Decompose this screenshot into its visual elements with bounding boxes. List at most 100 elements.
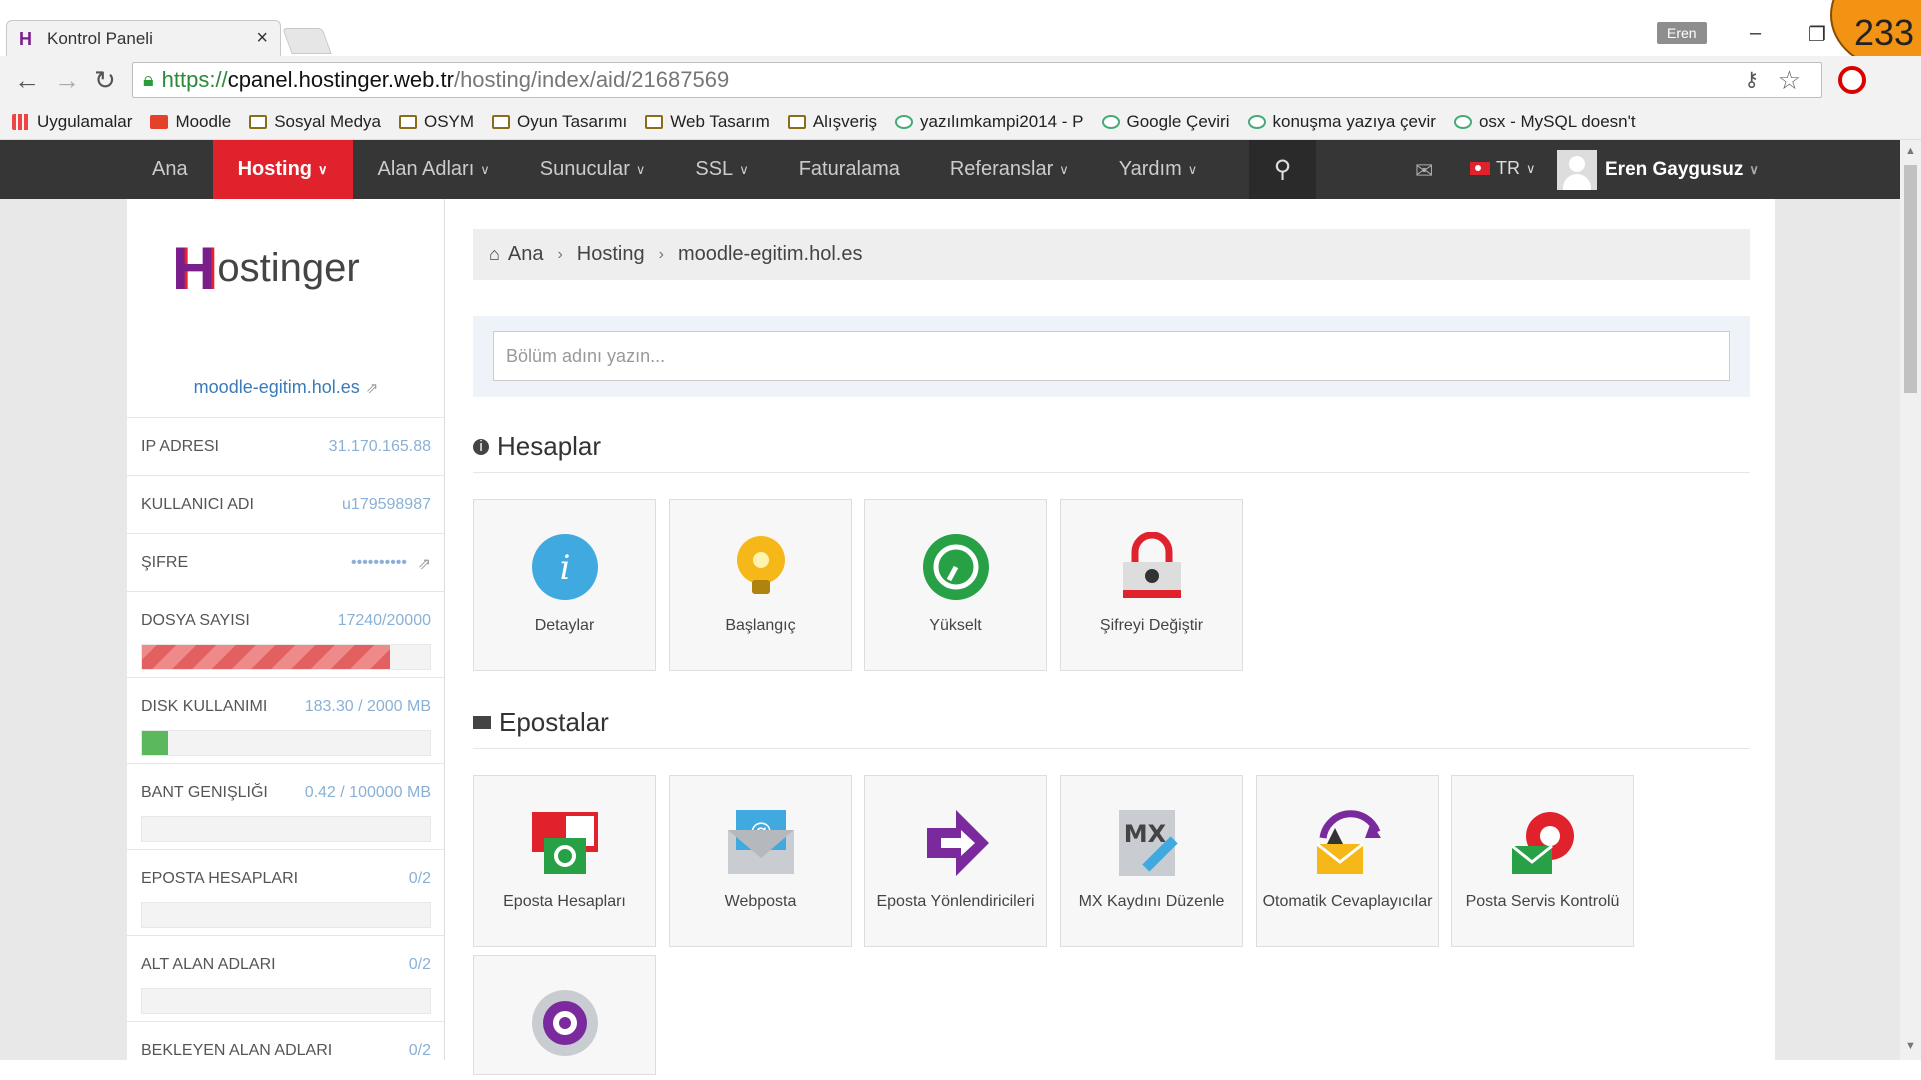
browser-chrome: H Kontrol Paneli × Eren – ❐ 233 ← → ↻ 🔒︎… <box>0 0 1921 140</box>
stat-value: 0.42 / 100000 MB <box>304 784 431 801</box>
section-search-input[interactable] <box>493 331 1730 381</box>
stat-label: KULLANICI ADI <box>141 496 254 513</box>
bookmark-item[interactable]: yazılımkampi2014 - P <box>895 111 1084 132</box>
card-otomatik-cevaplayicilar[interactable]: Otomatik Cevaplayıcılar <box>1256 775 1439 947</box>
chevron-down-icon: ∨ <box>635 161 646 177</box>
stat-value: 17240/20000 <box>337 612 431 629</box>
card-spam[interactable] <box>473 955 656 1075</box>
card-sifreyi-degistir[interactable]: Şifreyi Değiştir <box>1060 499 1243 671</box>
nav-sunucular[interactable]: Sunucular ∨ <box>515 140 671 199</box>
external-link-icon[interactable]: ⇗ <box>418 554 431 574</box>
stat-value: u179598987 <box>342 496 431 513</box>
forward-icon[interactable]: → <box>54 65 80 96</box>
hostinger-favicon-icon: H <box>19 28 32 49</box>
browser-tab[interactable]: H Kontrol Paneli × <box>6 20 281 56</box>
bookmark-star-icon[interactable]: ☆ <box>1778 65 1801 96</box>
nav-faturalama[interactable]: Faturalama <box>774 140 925 199</box>
search-icon[interactable]: ⚲ <box>1249 140 1316 199</box>
stat-disk-usage: DISK KULLANIMI 183.30 / 2000 MB <box>127 677 445 763</box>
stat-password[interactable]: ŞIFRE •••••••••• ⇗ <box>127 533 445 591</box>
stat-label: DISK KULLANIMI <box>141 698 268 715</box>
card-label: Webposta <box>724 893 797 910</box>
target-circle-icon <box>532 990 598 1056</box>
bookmark-item[interactable]: Moodle <box>150 112 231 132</box>
card-label: Detaylar <box>534 617 595 634</box>
card-label: Başlangıç <box>725 617 796 634</box>
nav-label: Ana <box>152 158 188 180</box>
chevron-down-icon: ∨ <box>1526 160 1536 176</box>
bookmark-item[interactable]: OSYM <box>398 112 474 132</box>
bookmark-item[interactable]: Alışveriş <box>787 112 877 132</box>
new-tab-button[interactable] <box>282 28 332 54</box>
domain-link[interactable]: moodle-egitim.hol.es ⇗ <box>127 377 445 398</box>
nav-alan-adlari[interactable]: Alan Adları ∨ <box>353 140 515 199</box>
nav-label: Hosting <box>237 158 313 180</box>
bookmark-item[interactable]: Google Çeviri <box>1101 112 1230 132</box>
reload-icon[interactable]: ↻ <box>94 65 120 96</box>
card-yukselt[interactable]: Yükselt <box>864 499 1047 671</box>
card-baslangic[interactable]: Başlangıç <box>669 499 852 671</box>
scroll-down-icon[interactable]: ▼ <box>1905 1040 1916 1052</box>
user-name: Eren Gaygusuz <box>1605 159 1744 180</box>
counter-value: 233 <box>1854 12 1915 53</box>
mail-icon[interactable]: ✉ <box>1415 158 1433 184</box>
nav-yardim[interactable]: Yardım ∨ <box>1094 140 1223 199</box>
minimize-icon[interactable]: – <box>1750 22 1761 45</box>
bookmark-item[interactable]: osx - MySQL doesn't <box>1453 112 1636 132</box>
main-content: ⌂ Ana › Hosting › moodle-egitim.hol.es i… <box>445 199 1775 1075</box>
nav-ssl[interactable]: SSL ∨ <box>670 140 773 199</box>
progress-bar <box>141 988 431 1014</box>
stat-subdomains: ALT ALAN ADLARI 0/2 <box>127 935 445 1021</box>
breadcrumb-home[interactable]: Ana <box>508 243 544 266</box>
stat-label: ŞIFRE <box>141 554 189 571</box>
nav-ana[interactable]: Ana <box>127 140 213 199</box>
card-mx-kaydi[interactable]: MX MX Kaydını Düzenle <box>1060 775 1243 947</box>
nav-label: Yardım <box>1118 158 1182 180</box>
bookmark-item[interactable]: Sosyal Medya <box>249 112 381 132</box>
stat-bandwidth: BANT GENIŞLIĞI 0.42 / 100000 MB <box>127 763 445 849</box>
back-icon[interactable]: ← <box>14 65 40 96</box>
close-tab-icon[interactable]: × <box>256 27 268 50</box>
apps-grid-icon <box>12 113 30 130</box>
nav-label: Alan Adları <box>377 158 475 180</box>
external-link-icon: ⇗ <box>365 380 379 397</box>
user-menu[interactable]: Eren Gaygusuz ∨ <box>1557 150 1759 190</box>
scrollbar-thumb[interactable] <box>1904 165 1917 393</box>
profile-badge[interactable]: Eren <box>1657 22 1707 44</box>
padlock-icon <box>1123 532 1181 598</box>
bookmark-item[interactable]: Web Tasarım <box>645 112 770 132</box>
folder-icon <box>249 114 268 129</box>
bookmark-label: Moodle <box>175 111 232 131</box>
stat-email-accounts: EPOSTA HESAPLARI 0/2 <box>127 849 445 935</box>
restore-icon[interactable]: ❐ <box>1808 22 1826 47</box>
breadcrumb-hosting[interactable]: Hosting <box>577 243 645 266</box>
card-eposta-hesaplari[interactable]: Eposta Hesapları <box>473 775 656 947</box>
mx-record-edit-icon: MX <box>1119 810 1178 876</box>
account-sidebar: Hostinger moodle-egitim.hol.es ⇗ IP ADRES… <box>127 199 445 1060</box>
bookmark-item[interactable]: Uygulamalar <box>12 112 132 132</box>
card-eposta-yonlendiricileri[interactable]: Eposta Yönlendiricileri <box>864 775 1047 947</box>
url-field[interactable]: 🔒︎ https://cpanel.hostinger.web.tr/hosti… <box>132 62 1822 98</box>
bookmark-item[interactable]: Oyun Tasarımı <box>492 112 627 132</box>
stat-file-count: DOSYA SAYISI 17240/20000 <box>127 591 445 677</box>
scroll-up-icon[interactable]: ▲ <box>1905 145 1916 157</box>
section-heading-epostalar: Epostalar <box>473 707 1750 749</box>
nav-label: SSL <box>695 158 734 180</box>
language-selector[interactable]: TR ∨ <box>1470 158 1536 179</box>
progress-fill <box>142 645 391 669</box>
card-detaylar[interactable]: i Detaylar <box>473 499 656 671</box>
bookmark-label: yazılımkampi2014 - P <box>920 111 1084 131</box>
nav-referanslar[interactable]: Referanslar ∨ <box>925 140 1094 199</box>
bookmark-label: Uygulamalar <box>37 111 133 131</box>
stat-value: •••••••••• <box>350 554 407 571</box>
url-scheme: https:// <box>161 67 228 92</box>
extension-icon[interactable] <box>1838 66 1866 94</box>
key-icon[interactable]: ⚷ <box>1744 67 1759 92</box>
page-scrollbar[interactable]: ▲ ▼ <box>1900 140 1921 1060</box>
nav-hosting[interactable]: Hosting ∨ <box>212 140 353 208</box>
section-title: Hesaplar <box>497 431 602 461</box>
card-webposta[interactable]: @ Webposta <box>669 775 852 947</box>
card-posta-servis-kontrolu[interactable]: Posta Servis Kontrolü <box>1451 775 1634 947</box>
logo-mark-icon: H <box>172 235 216 302</box>
bookmark-item[interactable]: konuşma yazıya çevir <box>1247 112 1436 132</box>
